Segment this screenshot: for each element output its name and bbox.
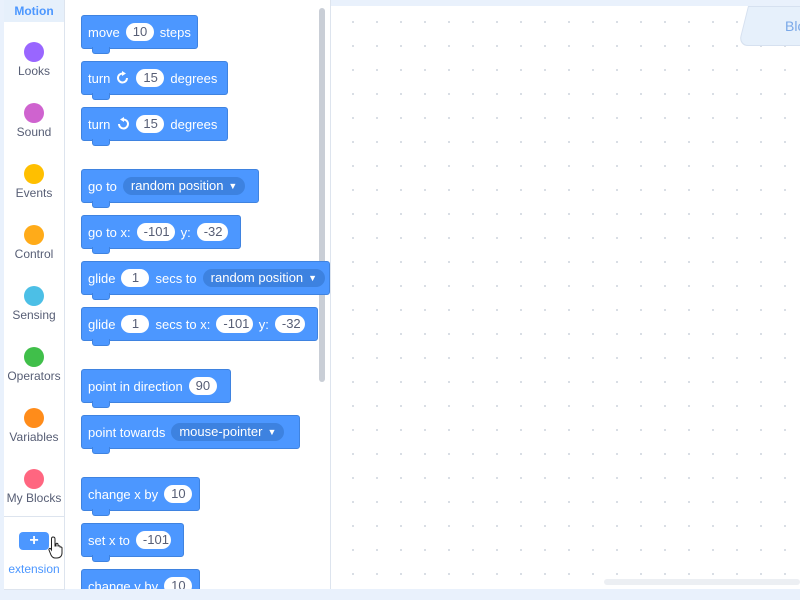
dropdown-value: random position	[130, 178, 224, 193]
block-text: degrees	[170, 70, 218, 86]
block-glide-to[interactable]: glide 1 secs to random position ▼	[81, 261, 330, 300]
block-text: point towards	[88, 424, 166, 440]
x-input[interactable]: -101	[216, 315, 253, 333]
events-dot-icon	[24, 164, 44, 184]
dropdown-value: mouse-pointer	[179, 424, 263, 439]
block-turn-left[interactable]: turn 15 degrees	[81, 107, 228, 146]
category-motion[interactable]: Motion	[4, 0, 64, 22]
block-text: steps	[159, 24, 191, 40]
block-glide-xy[interactable]: glide 1 secs to x: -101 y: -32	[81, 307, 318, 346]
block-text: change x by	[88, 486, 159, 502]
block-turn-right[interactable]: turn 15 degrees	[81, 61, 228, 100]
category-operators[interactable]: Operators	[4, 347, 64, 383]
caret-down-icon: ▼	[228, 181, 238, 191]
secs-input[interactable]: 1	[121, 269, 150, 287]
add-extension-icon: +	[19, 532, 49, 550]
category-variables-label: Variables	[9, 430, 59, 444]
extension-divider	[4, 516, 64, 517]
category-looks[interactable]: Looks	[4, 42, 64, 78]
extension-label: extension	[8, 562, 60, 576]
caret-down-icon: ▼	[267, 427, 277, 437]
direction-input[interactable]: 90	[188, 377, 218, 395]
block-point-in-direction[interactable]: point in direction 90	[81, 369, 231, 408]
block-move-steps[interactable]: move 10 steps	[81, 15, 198, 54]
towards-target-dropdown[interactable]: mouse-pointer ▼	[171, 423, 285, 441]
block-go-to-xy[interactable]: go to x: -101 y: -32	[81, 215, 241, 254]
palette-scrollbar[interactable]	[319, 8, 325, 382]
block-text: degrees	[170, 116, 218, 132]
block-text: turn	[88, 70, 111, 86]
block-change-y[interactable]: change y by 10	[81, 569, 200, 589]
operators-dot-icon	[24, 347, 44, 367]
block-text: set x to	[88, 532, 130, 548]
block-text: glide	[88, 270, 116, 286]
y-delta-input[interactable]: 10	[164, 577, 193, 589]
y-input[interactable]: -32	[196, 223, 228, 241]
hand-cursor-icon	[48, 536, 63, 559]
degrees-input[interactable]: 15	[136, 115, 165, 133]
blocks-tab-label: Blo	[785, 18, 800, 34]
block-text: glide	[88, 316, 116, 332]
category-events-label: Events	[15, 186, 53, 200]
category-events[interactable]: Events	[4, 164, 64, 200]
block-text: secs to	[155, 270, 197, 286]
category-control[interactable]: Control	[4, 225, 64, 261]
secs-input[interactable]: 1	[121, 315, 150, 333]
rotate-left-icon	[116, 117, 130, 131]
sensing-dot-icon	[24, 286, 44, 306]
category-looks-label: Looks	[17, 64, 51, 78]
block-text: secs to x:	[155, 316, 211, 332]
block-text: point in direction	[88, 378, 183, 394]
category-control-label: Control	[14, 247, 54, 261]
block-text: turn	[88, 116, 111, 132]
block-go-to[interactable]: go to random position ▼	[81, 169, 259, 208]
y-input[interactable]: -32	[274, 315, 305, 333]
block-text: y:	[258, 316, 269, 332]
dropdown-value: random position	[210, 270, 304, 285]
palette-clip: change y by 10	[65, 569, 330, 589]
code-workspace[interactable]	[331, 6, 800, 589]
block-set-x[interactable]: set x to -101	[81, 523, 184, 562]
category-sound-label: Sound	[16, 125, 52, 139]
sound-dot-icon	[24, 103, 44, 123]
x-delta-input[interactable]: 10	[164, 485, 193, 503]
looks-dot-icon	[24, 42, 44, 62]
category-menu: Motion Looks Sound Events Control Sensin…	[4, 0, 65, 590]
goto-target-dropdown[interactable]: random position ▼	[122, 177, 246, 195]
block-text: change y by	[88, 578, 159, 590]
variables-dot-icon	[24, 408, 44, 428]
block-text: move	[88, 24, 120, 40]
glide-target-dropdown[interactable]: random position ▼	[202, 269, 326, 287]
block-change-x[interactable]: change x by 10	[81, 477, 200, 516]
my-blocks-dot-icon	[24, 469, 44, 489]
workspace-scrollbar[interactable]	[604, 579, 800, 585]
category-operators-label: Operators	[7, 369, 61, 383]
block-text: go to x:	[88, 224, 131, 240]
category-variables[interactable]: Variables	[4, 408, 64, 444]
block-point-towards[interactable]: point towards mouse-pointer ▼	[81, 415, 300, 454]
rotate-right-icon	[116, 71, 130, 85]
x-input[interactable]: -101	[136, 223, 175, 241]
caret-down-icon: ▼	[308, 273, 318, 283]
category-my-blocks-label: My Blocks	[6, 491, 62, 505]
category-sensing-label: Sensing	[12, 308, 56, 322]
scratch-editor: Motion Looks Sound Events Control Sensin…	[0, 0, 800, 600]
category-sensing[interactable]: Sensing	[4, 286, 64, 322]
category-motion-label: Motion	[14, 4, 54, 18]
block-text: go to	[88, 178, 117, 194]
block-text: y:	[180, 224, 191, 240]
degrees-input[interactable]: 15	[136, 69, 165, 87]
category-sound[interactable]: Sound	[4, 103, 64, 139]
control-dot-icon	[24, 225, 44, 245]
steps-input[interactable]: 10	[125, 23, 154, 41]
category-my-blocks[interactable]: My Blocks	[4, 469, 64, 505]
x-value-input[interactable]: -101	[135, 531, 171, 549]
